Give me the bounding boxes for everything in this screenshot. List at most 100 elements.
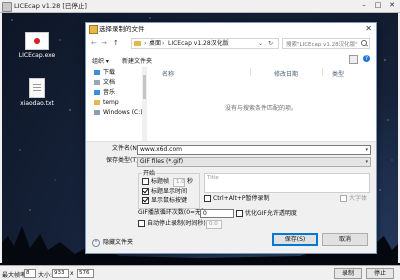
back-arrow-icon[interactable]: ← bbox=[91, 39, 97, 47]
nav-item-downloads[interactable]: 下载 bbox=[94, 69, 115, 76]
max-fps-input[interactable]: 8 bbox=[24, 269, 36, 278]
download-icon bbox=[94, 70, 100, 75]
nav-item-temp[interactable]: temp bbox=[94, 99, 119, 106]
desktop-icon-xiaodao[interactable]: xiaodao.txt bbox=[12, 78, 62, 107]
minimize-button[interactable]: – bbox=[358, 1, 370, 10]
big-font-checkbox[interactable]: 大字体 bbox=[340, 195, 367, 202]
filename-value: www.x6d.com bbox=[140, 146, 182, 153]
up-arrow-icon[interactable]: ↑ bbox=[113, 39, 119, 47]
filetype-select[interactable]: GIF files (*.gif) ▾ bbox=[137, 157, 371, 167]
transparency-checkbox[interactable]: 优化GIF允许透明度 bbox=[236, 210, 297, 217]
checkbox-label: 大字体 bbox=[349, 195, 368, 202]
desktop-icon-label: LICEcap.exe bbox=[18, 52, 56, 59]
checkbox-label: 标题帧 bbox=[151, 178, 170, 185]
spin-value: 0.0 bbox=[209, 221, 218, 227]
cancel-button[interactable]: 取消 bbox=[322, 233, 368, 246]
breadcrumb-desktop[interactable]: 桌面 bbox=[149, 40, 161, 47]
dialog-title: 选择录制的文件 bbox=[99, 25, 145, 33]
search-icon[interactable] bbox=[361, 40, 367, 46]
app-icon bbox=[2, 2, 12, 12]
title-text-input[interactable]: Title bbox=[204, 173, 370, 193]
help-icon[interactable]: ? bbox=[363, 55, 370, 62]
hide-folders-label: 隐藏文件夹 bbox=[103, 239, 134, 246]
address-row: ← → ↑ › 桌面 › LICEcap v1.28汉化版 ⌄ ↻ 搜索"LIC… bbox=[86, 35, 376, 51]
organize-button[interactable]: 组织 ▾ bbox=[92, 56, 109, 65]
folder-icon bbox=[94, 100, 100, 105]
start-options-group: 开始 标题帧 1.0 秒 标题显示时间 显示鼠标按键 bbox=[138, 170, 200, 209]
checkbox-box[interactable] bbox=[142, 178, 149, 185]
checkbox-box[interactable] bbox=[340, 195, 347, 202]
nav-item-documents[interactable]: 文档 bbox=[94, 79, 115, 86]
seconds-unit-label: 秒 bbox=[187, 178, 194, 185]
checkbox-label: 标题显示时间 bbox=[151, 188, 188, 195]
desktop-icon-label: xiaodao.txt bbox=[20, 100, 54, 107]
title-frame-checkbox[interactable]: 标题帧 bbox=[142, 178, 169, 185]
column-divider[interactable] bbox=[250, 68, 251, 76]
gif-repeat-value: 0 bbox=[203, 210, 207, 217]
address-bar[interactable]: › 桌面 › LICEcap v1.28汉化版 ⌄ ↻ bbox=[131, 38, 279, 49]
document-icon bbox=[94, 80, 100, 85]
width-input[interactable]: 933 bbox=[52, 269, 69, 278]
save-button[interactable]: 保存(S) bbox=[272, 233, 318, 246]
checkbox-box[interactable] bbox=[142, 197, 149, 204]
chevron-down-icon[interactable]: ▾ bbox=[365, 158, 368, 166]
drive-icon bbox=[94, 110, 100, 115]
chevron-right-icon[interactable]: › bbox=[162, 40, 164, 47]
forward-arrow-icon[interactable]: → bbox=[101, 39, 107, 47]
music-icon bbox=[94, 90, 100, 95]
nav-pane-scrollbar[interactable] bbox=[142, 67, 147, 141]
height-input[interactable]: 576 bbox=[77, 269, 94, 278]
column-header-name[interactable]: 名称 bbox=[162, 69, 174, 78]
checkbox-label: Ctrl+Alt+P暂停录制 bbox=[213, 195, 270, 202]
auto-stop-checkbox[interactable]: 自动停止录制(时间秒) bbox=[138, 220, 206, 227]
view-options-icon[interactable] bbox=[349, 55, 358, 64]
maximize-button[interactable]: □ bbox=[372, 1, 384, 10]
nav-item-label: 下载 bbox=[103, 69, 116, 76]
chevron-down-icon[interactable]: ▾ bbox=[365, 146, 368, 154]
close-button[interactable]: ✕ bbox=[386, 1, 398, 10]
save-form: 文件名(N): www.x6d.com ▾ 保存类型(T): GIF files… bbox=[86, 141, 376, 168]
nav-item-music[interactable]: 音乐 bbox=[94, 89, 115, 96]
search-input[interactable]: 搜索"LICEcap v1.28汉化版" bbox=[282, 38, 370, 49]
spin-value: 1.0 bbox=[176, 179, 185, 185]
stop-button[interactable]: 停止 bbox=[366, 268, 394, 279]
filetype-value: GIF files (*.gif) bbox=[140, 158, 184, 165]
checkbox-label: 优化GIF允许透明度 bbox=[245, 210, 297, 217]
max-fps-label: 最大帧率 bbox=[2, 272, 27, 279]
desktop-icon-licecap[interactable]: LICEcap.exe bbox=[12, 32, 62, 59]
column-header-modified[interactable]: 修改日期 bbox=[274, 69, 298, 78]
new-folder-button[interactable]: 新建文件夹 bbox=[122, 56, 152, 65]
record-button[interactable]: 录制 bbox=[334, 268, 362, 279]
chevron-up-icon: ⌃ bbox=[92, 239, 100, 247]
checkbox-box[interactable] bbox=[204, 195, 211, 202]
title-placeholder: Title bbox=[207, 175, 219, 181]
refresh-icon[interactable]: ↻ bbox=[268, 40, 273, 47]
checkbox-box[interactable] bbox=[138, 220, 145, 227]
nav-item-label: temp bbox=[103, 99, 119, 106]
show-time-checkbox[interactable]: 标题显示时间 bbox=[142, 188, 187, 195]
column-divider[interactable] bbox=[322, 68, 323, 76]
nav-item-label: 音乐 bbox=[103, 89, 116, 96]
show-button-press-checkbox[interactable]: 显示鼠标按键 bbox=[142, 197, 187, 204]
nav-item-windows-c[interactable]: Windows (C:) bbox=[94, 109, 143, 116]
dialog-close-button[interactable]: ✕ bbox=[365, 24, 372, 33]
hide-folders-toggle[interactable]: ⌃ 隐藏文件夹 bbox=[92, 237, 133, 247]
chevron-right-icon[interactable]: › bbox=[144, 40, 146, 47]
filetype-label: 保存类型(T): bbox=[106, 157, 141, 164]
column-header-type[interactable]: 类型 bbox=[332, 69, 344, 78]
chevron-down-icon[interactable]: ⌄ bbox=[258, 40, 263, 47]
recorder-frame-left bbox=[0, 13, 2, 263]
auto-stop-seconds[interactable]: 0.0 bbox=[206, 220, 222, 229]
save-file-dialog: 选择录制的文件 ✕ ← → ↑ › 桌面 › LICEcap v1.28汉化版 … bbox=[85, 22, 377, 254]
title-frame-seconds[interactable]: 1.0 bbox=[173, 178, 185, 187]
checkbox-box[interactable] bbox=[142, 188, 149, 195]
filename-input[interactable]: www.x6d.com ▾ bbox=[137, 145, 371, 155]
pause-hotkey-checkbox[interactable]: Ctrl+Alt+P暂停录制 bbox=[204, 195, 269, 202]
licecap-options: 开始 标题帧 1.0 秒 标题显示时间 显示鼠标按键 Title Ctrl+Al… bbox=[86, 167, 376, 229]
gif-repeat-input[interactable]: 0 bbox=[200, 209, 234, 218]
breadcrumb-licecap-folder[interactable]: LICEcap v1.28汉化版 bbox=[168, 40, 229, 47]
folder-icon bbox=[134, 41, 141, 46]
nav-item-label: Windows (C:) bbox=[103, 109, 143, 116]
checkbox-box[interactable] bbox=[236, 210, 243, 217]
empty-results-message: 没有与搜索条件匹配的项。 bbox=[224, 105, 297, 112]
